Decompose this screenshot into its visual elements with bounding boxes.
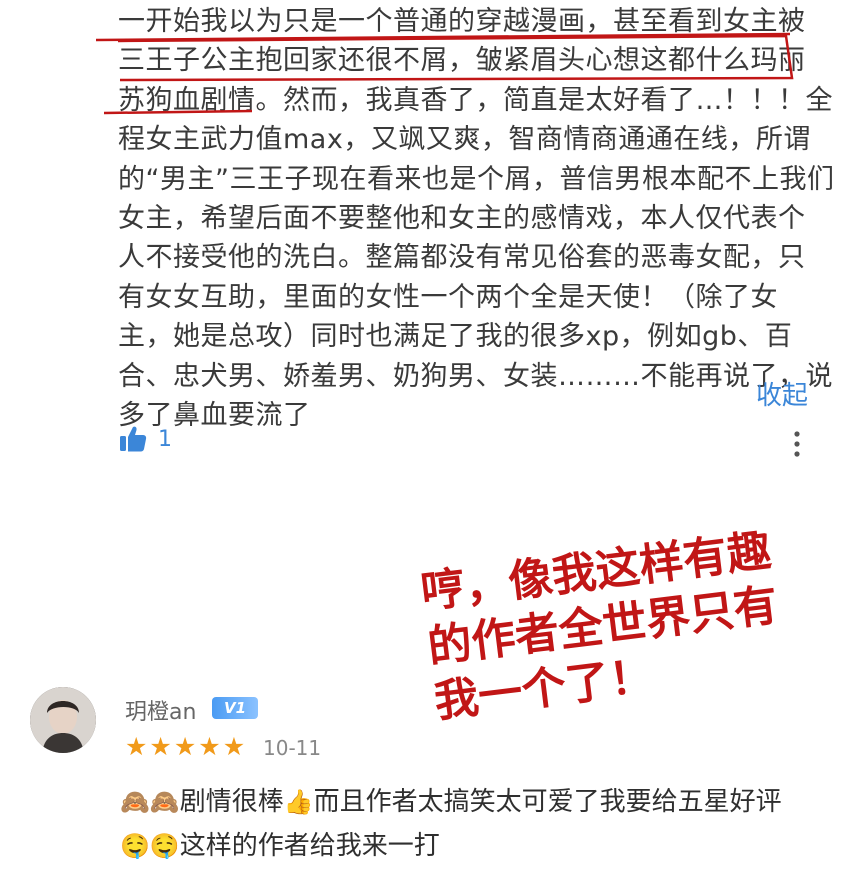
review-line: 主，她是总攻）同时也满足了我的很多xp，例如gb、百 [118, 321, 793, 353]
review-line: 人不接受他的洗白。整篇都没有常见俗套的恶毒女配，只 [118, 242, 806, 274]
star-icon: ★ [173, 732, 197, 761]
comment-segment: 而且作者太搞笑太可爱了我要给五星好评 [313, 787, 782, 817]
avatar[interactable] [30, 687, 96, 753]
level-badge: V1 [212, 697, 258, 719]
review-line: 苏狗血剧情。然而，我真香了，简直是太好看了…！！！全 [118, 84, 833, 116]
avatar-portrait-icon [30, 687, 96, 753]
star-icon: ★ [149, 732, 172, 761]
review-line: 女主，希望后面不要整他和女主的感情戏，本人仅代表个 [118, 202, 806, 234]
comment-segment: 这样的作者给我来一打 [179, 831, 440, 861]
collapse-link[interactable]: 收起 [756, 375, 808, 412]
review-text: 一开始我以为只是一个普通的穿越漫画，甚至看到女主被 三王子公主抱回家还很不屑，皱… [118, 2, 835, 435]
review-line: 有女女互助，里面的女性一个两个全是天使！（除了女 [118, 281, 778, 313]
comment-line: 🤤🤤这样的作者给我来一打 [120, 824, 820, 868]
thumbs-up-icon [120, 426, 147, 452]
more-vertical-icon[interactable] [790, 430, 804, 458]
review-line: 的“男主”三王子现在看来也是个屑，普信男根本配不上我们 [118, 163, 835, 195]
comment-line: 🙈🙈剧情很棒👍而且作者太搞笑太可爱了我要给五星好评 [120, 780, 820, 824]
comment-text: 🙈🙈剧情很棒👍而且作者太搞笑太可爱了我要给五星好评 🤤🤤这样的作者给我来一打 [120, 780, 820, 868]
review-line: 一开始我以为只是一个普通的穿越漫画，甚至看到女主被 [118, 6, 806, 37]
like-count: 1 [158, 426, 172, 452]
review-line: 三王子公主抱回家还很不屑，皱紧眉头心想这都什么玛丽 [118, 45, 806, 77]
review-line: 多了鼻血要流了 [118, 399, 311, 431]
star-rating: ★ ★ ★ ★ ★ [125, 734, 245, 759]
comment-username[interactable]: 玥橙an [125, 694, 196, 726]
star-icon: ★ [125, 732, 148, 761]
drooling-face-icon: 🤤🤤 [120, 832, 180, 860]
review-line: 程女主武力值max，又飒又爽，智商情商通通在线，所谓 [118, 124, 811, 156]
star-icon: ★ [222, 732, 246, 761]
comment-date: 10-11 [263, 736, 322, 760]
like-button[interactable]: 1 [118, 424, 172, 454]
thumbs-up-emoji-icon: 👍 [283, 788, 314, 816]
handwritten-annotation: 哼，像我这样有趣 的作者全世界只有 我一个了！ [418, 512, 850, 729]
see-no-evil-monkey-icon: 🙈🙈 [120, 788, 180, 816]
star-icon: ★ [198, 732, 221, 761]
comment-segment: 剧情很棒 [179, 787, 284, 817]
review-line: 合、忠犬男、娇羞男、奶狗男、女装………不能再说了，说 [118, 360, 833, 392]
